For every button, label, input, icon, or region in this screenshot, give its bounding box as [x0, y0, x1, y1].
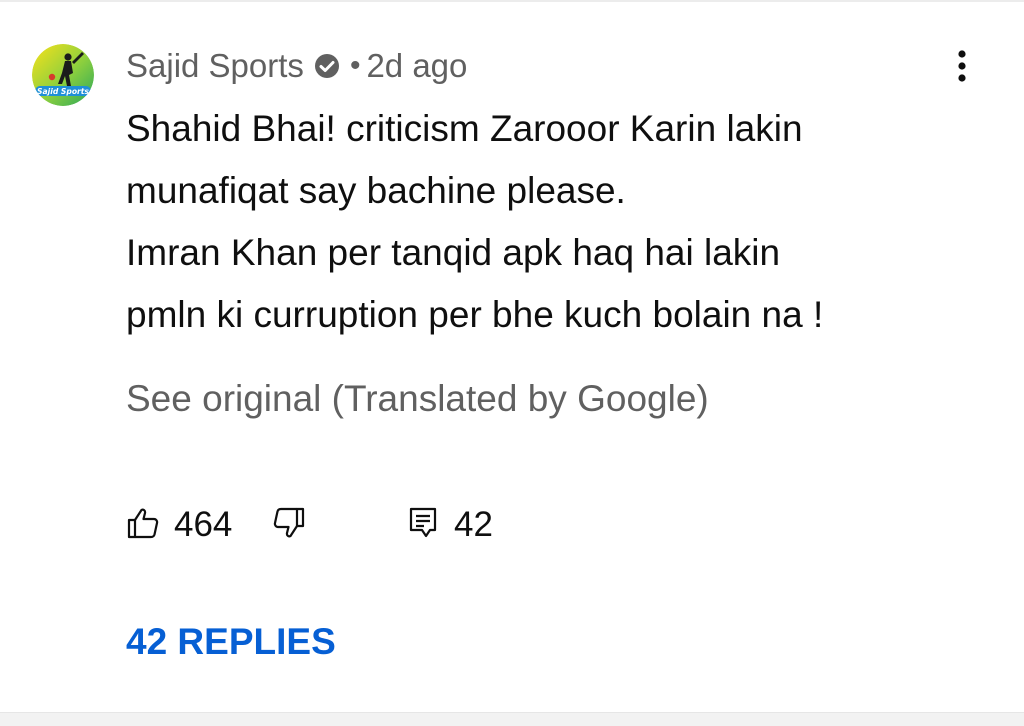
reply-button[interactable]: 42 — [408, 500, 493, 550]
comment-line: munafiqat say bachine please. — [126, 170, 626, 211]
thumbs-up-icon — [126, 506, 160, 545]
view-replies-button[interactable]: 42 REPLIES — [126, 615, 336, 669]
separator-dot: • — [349, 49, 361, 82]
top-divider — [0, 0, 1024, 2]
like-count: 464 — [174, 505, 233, 544]
sajid-sports-logo-icon: Sajid Sports — [32, 44, 94, 106]
see-original-link[interactable]: See original (Translated by Google) — [126, 372, 709, 426]
comment-icon — [408, 506, 438, 545]
dislike-button[interactable] — [272, 500, 306, 550]
comment-line: Shahid Bhai! criticism Zarooor Karin lak… — [126, 108, 803, 149]
comment-line: pmln ki curruption per bhe kuch bolain n… — [126, 294, 824, 335]
verified-check-icon — [312, 51, 342, 81]
timestamp[interactable]: 2d ago — [366, 47, 467, 85]
comment-line: Imran Khan per tanqid apk haq hai lakin — [126, 232, 781, 273]
comment-text: Shahid Bhai! criticism Zarooor Karin lak… — [126, 98, 986, 346]
author-name[interactable]: Sajid Sports — [126, 47, 304, 85]
comment-actions: 464 42 — [126, 500, 626, 550]
like-button[interactable]: 464 — [126, 500, 232, 550]
comment-header: Sajid Sports • 2d ago — [126, 45, 467, 87]
bottom-divider — [0, 712, 1024, 726]
avatar[interactable]: Sajid Sports — [32, 44, 94, 106]
reply-count: 42 — [454, 505, 493, 544]
svg-text:Sajid Sports: Sajid Sports — [37, 87, 89, 96]
thumbs-down-icon — [272, 506, 306, 545]
more-vert-icon[interactable] — [944, 44, 980, 88]
